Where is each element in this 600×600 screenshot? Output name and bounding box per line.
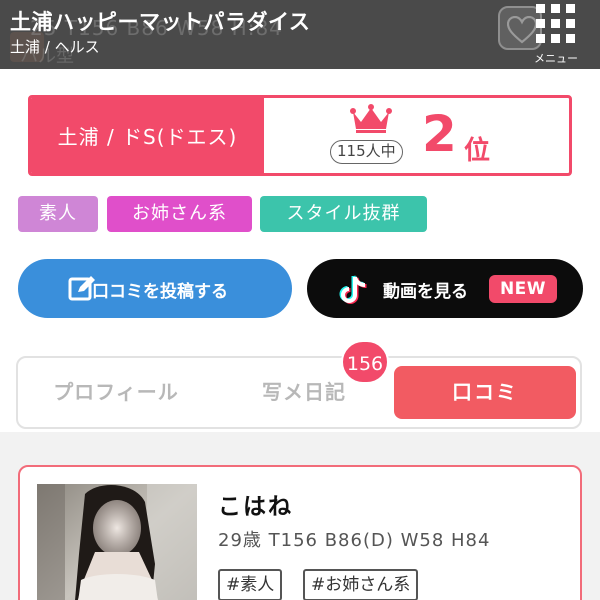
post-review-label: 口コミを投稿する <box>92 282 228 302</box>
tag-amateur[interactable]: 素人 <box>18 196 98 232</box>
menu-button[interactable]: メニュー <box>526 0 586 69</box>
grid-menu-icon <box>536 4 576 44</box>
breadcrumb[interactable]: 土浦 / ヘルス <box>10 36 100 57</box>
menu-label: メニュー <box>534 52 578 65</box>
profile-tabs: プロフィール 写メ日記 口コミ <box>16 356 582 429</box>
ranking-unit: 位 <box>464 136 491 166</box>
ranking-total: 115人中 <box>330 140 403 164</box>
diary-count-badge: 156 <box>341 340 389 384</box>
girl-tag-older-sister[interactable]: #お姉さん系 <box>303 569 419 600</box>
tiktok-icon <box>339 275 367 304</box>
tab-reviews[interactable]: 口コミ <box>394 366 576 419</box>
tag-older-sister[interactable]: お姉さん系 <box>107 196 252 232</box>
ranking-banner[interactable]: 土浦 / ドS(ドエス) <box>28 95 572 176</box>
profile-photo-image <box>37 484 197 600</box>
app-header: 25 T156 B86 W58 H:84 ハル型 土浦ハッピーマットパラダイス … <box>0 0 600 69</box>
new-badge: NEW <box>489 275 557 303</box>
girl-name[interactable]: こはね <box>218 487 293 521</box>
girl-spec: 29歳 T156 B86(D) W58 H84 <box>218 530 491 551</box>
tag-good-style[interactable]: スタイル抜群 <box>260 196 427 232</box>
ranking-area-label: 土浦 / ドS(ドエス) <box>31 98 264 173</box>
girl-tag-amateur[interactable]: #素人 <box>218 569 283 600</box>
store-title[interactable]: 土浦ハッピーマットパラダイス <box>10 6 310 36</box>
watch-video-label: 動画を見る <box>383 282 468 302</box>
post-review-button[interactable]: 口コミを投稿する <box>18 259 292 318</box>
crown-icon <box>350 104 392 133</box>
ranking-position: 2 <box>422 105 457 163</box>
profile-card[interactable]: こはね 29歳 T156 B86(D) W58 H84 #素人 #お姉さん系 <box>18 465 582 600</box>
tab-profile[interactable]: プロフィール <box>18 358 214 427</box>
profile-photo[interactable] <box>37 484 197 600</box>
watch-video-button[interactable]: 動画を見る NEW <box>307 259 583 318</box>
